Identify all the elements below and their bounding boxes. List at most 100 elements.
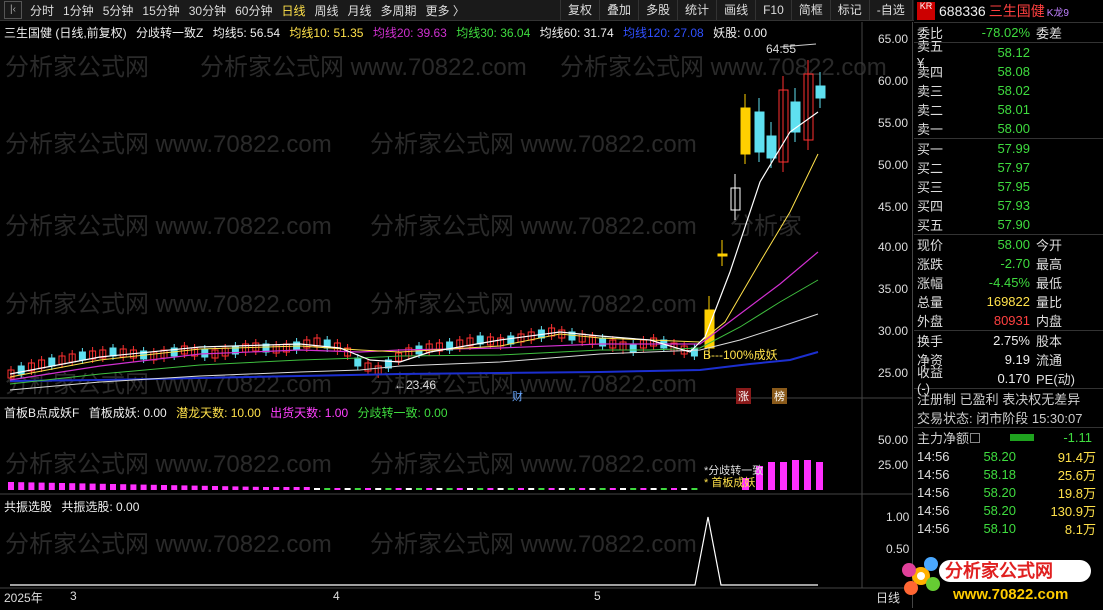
- yaogu-label: 妖股: 0.00: [713, 26, 768, 40]
- sub1-d: 分歧转一致: 0.00: [357, 406, 448, 420]
- tick-list[interactable]: 14:56 58.20 91.4万 14:56 58.18 25.6万 14:56 58.20…: [914, 447, 1103, 537]
- sub-bar-big: [804, 460, 811, 490]
- bids-row: 买一 57.99: [914, 139, 1103, 158]
- axis-tick: 35.00: [878, 282, 909, 296]
- sub1-signal-2: * 首板成妖: [704, 477, 756, 489]
- tab-period[interactable]: 更多 〉: [426, 2, 465, 19]
- sub-bar: [212, 486, 218, 490]
- tick-p: 58.20: [983, 484, 1016, 500]
- candle-body: [48, 357, 56, 367]
- sub-bar: [79, 483, 86, 490]
- row-label: 总量: [917, 295, 944, 310]
- sub-bar: [620, 488, 626, 490]
- svg-text:分析家公式网 www.70822.com: 分析家公式网 www.70822.com: [370, 531, 697, 558]
- row-value: 58.12: [997, 45, 1030, 60]
- tab-period[interactable]: 多周期: [381, 2, 417, 19]
- tab-period[interactable]: 5分钟: [103, 2, 134, 19]
- indicator-name[interactable]: 分歧转一致Z: [136, 26, 203, 40]
- info-row-1: 注册制 已盈利 表决权无差异: [917, 392, 1081, 407]
- kline-chart-area[interactable]: 分析家公式网 分析家公式网 www.70822.com 分析家公式网 www.708…: [0, 22, 913, 608]
- stats-row: 总量 169822 量比: [914, 292, 1103, 311]
- sub-bar: [161, 485, 167, 490]
- svg-text:分析家公式网 www.70822.com: 分析家公式网 www.70822.com: [5, 371, 332, 398]
- tool-button[interactable]: -自选: [868, 0, 912, 21]
- row-value: 0.170: [997, 371, 1030, 386]
- stock-code: 688336: [939, 3, 986, 19]
- tab-period[interactable]: 分时: [30, 2, 54, 19]
- tool-buttons: 复权 叠加 多股 统计 画线 F10 简框 标记 -自选 返回: [560, 0, 951, 21]
- logo-url: www.70822.com: [952, 586, 1068, 603]
- row-value: 80931: [993, 313, 1030, 328]
- tick-q: 25.6万: [1057, 467, 1096, 483]
- sub-bar: [344, 488, 351, 490]
- sub-bar-big: [780, 462, 787, 490]
- tool-button[interactable]: 画线: [716, 0, 755, 21]
- tick-t: 14:56: [917, 502, 950, 518]
- sub1-name[interactable]: 首板B点成妖F: [4, 406, 79, 420]
- tick-t: 14:56: [917, 520, 950, 536]
- row-label: 卖四: [917, 65, 944, 80]
- main-legend: 三生国健 (日线,前复权) 分歧转一致Z 均线5: 56.54 均线10: 51…: [4, 24, 773, 41]
- sub-bar: [171, 485, 178, 490]
- sub1-b: 潜龙天数: 10.00: [176, 406, 261, 420]
- sub-bar: [630, 488, 637, 490]
- tick-q: 8.1万: [1064, 521, 1096, 537]
- candle-body: [78, 351, 86, 361]
- row-label: 买二: [917, 161, 944, 176]
- tool-button[interactable]: 多股: [638, 0, 677, 21]
- candle-body: [754, 111, 765, 153]
- sub-bar: [8, 482, 14, 490]
- kline-svg: 分析家公式网 分析家公式网 www.70822.com 分析家公式网 www.708…: [0, 22, 913, 589]
- tool-button[interactable]: 标记: [829, 0, 869, 21]
- tick-t: 14:56: [917, 484, 950, 500]
- sub-bar: [99, 483, 106, 490]
- weicha-label: 委差: [1036, 26, 1063, 41]
- svg-text:分析家公式网 www.70822.com: 分析家公式网 www.70822.com: [5, 291, 332, 318]
- tick-row: 14:56 58.20 91.4万: [914, 447, 1103, 465]
- sub-bar-big: [816, 462, 823, 490]
- tab-period[interactable]: 60分钟: [235, 2, 272, 19]
- flow-menu-icon[interactable]: [970, 432, 980, 443]
- tool-button[interactable]: 叠加: [599, 0, 638, 21]
- tab-period[interactable]: 月线: [348, 2, 372, 19]
- chevron-left-icon[interactable]: |‹: [4, 1, 22, 19]
- tool-button[interactable]: F10: [755, 0, 791, 21]
- period-tabs: 分时 1分钟 5分钟 15分钟 30分钟 60分钟 日线 周线 月线 多周期 更…: [26, 2, 465, 19]
- sub-bar: [569, 488, 575, 490]
- sub-bar: [89, 483, 96, 490]
- zhang-marker[interactable]: 涨: [736, 388, 751, 404]
- tab-period[interactable]: 30分钟: [189, 2, 226, 19]
- tab-period-active[interactable]: 日线: [281, 2, 305, 19]
- tool-button[interactable]: 简框: [790, 0, 830, 21]
- tick-q: 91.4万: [1057, 449, 1096, 465]
- sub-bar-big: [768, 462, 775, 490]
- candle-body: [717, 253, 728, 257]
- tick-q: 19.8万: [1057, 485, 1096, 501]
- cai-marker[interactable]: 财: [512, 388, 523, 404]
- tab-period[interactable]: 1分钟: [63, 2, 94, 19]
- sub-bar: [640, 488, 647, 490]
- sub-bar: [191, 485, 198, 490]
- sub2-name[interactable]: 共振选股: [4, 500, 52, 514]
- sub-bar: [242, 486, 249, 490]
- tool-button[interactable]: 复权: [560, 0, 599, 21]
- sub-bar: [314, 488, 320, 490]
- tab-period[interactable]: 周线: [314, 2, 338, 19]
- row-label: 买三: [917, 180, 944, 195]
- row-label: 换手: [917, 334, 944, 349]
- sub1-c: 出货天数: 1.00: [270, 406, 349, 420]
- tab-period[interactable]: 15分钟: [142, 2, 179, 19]
- tool-button[interactable]: 统计: [677, 0, 716, 21]
- row-side-label: 最低: [1036, 276, 1063, 291]
- stats2-list: 换手 2.75% 股本 净资 9.19 流通 收益(-) 0.170 PE(动): [914, 331, 1103, 396]
- candle-body: [109, 347, 117, 357]
- sub-bar: [385, 488, 392, 490]
- sub-bar: [487, 488, 494, 490]
- stock-tag: K龙9: [1046, 7, 1069, 19]
- sub-bar: [273, 487, 280, 490]
- bang-marker[interactable]: 榜: [772, 388, 787, 404]
- row-label: 涨幅: [917, 276, 944, 291]
- row-side-label: 今开: [1036, 238, 1063, 253]
- ask-list: 卖五 ¥58.12 卖四 58.08 卖三 58.02 卖二 58.01 卖一 58.00: [914, 39, 1103, 138]
- flow-row: 主力净额 -1.11: [914, 428, 1103, 447]
